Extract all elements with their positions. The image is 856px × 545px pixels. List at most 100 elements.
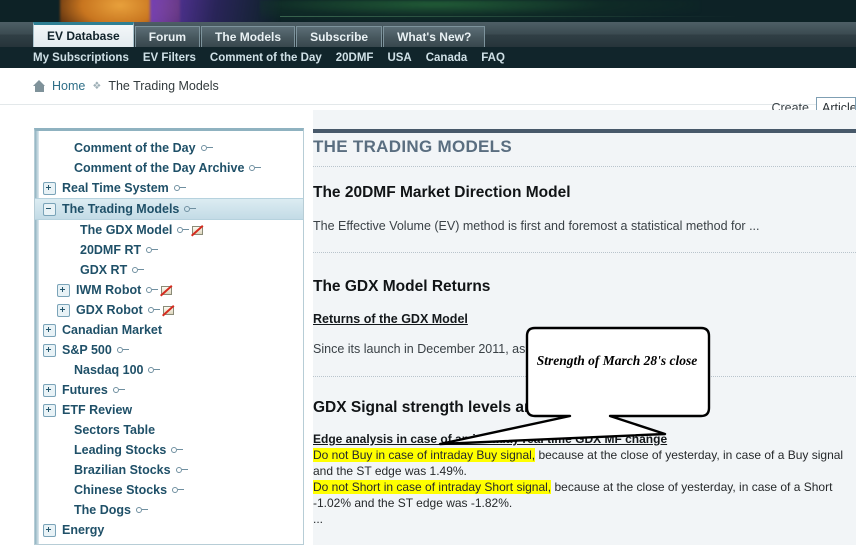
tree-item-gdx-robot[interactable]: GDX Robot	[35, 300, 303, 320]
tree-spacer-icon	[57, 485, 68, 496]
subnav-item-canada[interactable]: Canada	[426, 52, 468, 64]
key-icon	[177, 226, 190, 235]
tree-item-20dmf-rt[interactable]: 20DMF RT	[35, 240, 303, 260]
expand-icon[interactable]	[43, 343, 56, 357]
tree-item-sectors-table[interactable]: Sectors Table	[35, 420, 303, 440]
banner-divider-line	[280, 16, 740, 17]
subnav-item-20dmf[interactable]: 20DMF	[336, 52, 374, 64]
expand-icon[interactable]	[57, 283, 70, 297]
tree-item-label: Brazilian Stocks	[74, 463, 171, 477]
tree-item-nasdaq-100[interactable]: Nasdaq 100	[35, 360, 303, 380]
primary-tabs: EV Database Forum The Models Subscribe What'…	[33, 22, 486, 47]
subnav-item-comment-of-the-day[interactable]: Comment of the Day	[210, 52, 322, 64]
tree-item-the-gdx-model[interactable]: The GDX Model	[35, 220, 303, 240]
section-divider-1	[313, 252, 856, 254]
tree-item-label: The Dogs	[74, 503, 131, 517]
signal-line-ellipsis: ...	[313, 512, 324, 526]
tab-what-s-new[interactable]: What's New?	[383, 26, 486, 47]
subnav-item-my-subscriptions[interactable]: My Subscriptions	[33, 52, 129, 64]
site-banner	[0, 0, 856, 22]
navigation-tree: Comment of the Day Comment of the Day Arc…	[35, 138, 303, 544]
restricted-book-icon	[160, 284, 173, 296]
tree-item-canadian-market[interactable]: Canadian Market	[35, 320, 303, 340]
tree-item-comment-of-the-day[interactable]: Comment of the Day	[35, 138, 303, 158]
tree-item-label: The Trading Models	[62, 202, 180, 216]
key-icon	[112, 386, 125, 395]
page-title: THE TRADING MODELS	[313, 137, 513, 156]
expand-icon[interactable]	[43, 323, 56, 337]
section-text-20dmf: The Effective Volume (EV) method is firs…	[313, 219, 760, 233]
tree-item-futures[interactable]: Futures	[35, 380, 303, 400]
restricted-book-icon	[191, 224, 204, 236]
tab-subscribe[interactable]: Subscribe	[296, 26, 383, 47]
tree-item-label: Futures	[62, 383, 108, 397]
key-icon	[135, 506, 148, 515]
key-icon	[146, 246, 159, 255]
tree-item-iwm-robot[interactable]: IWM Robot	[35, 280, 303, 300]
breadcrumb-current: The Trading Models	[108, 79, 219, 93]
key-icon	[249, 164, 262, 173]
collapse-icon[interactable]	[43, 202, 56, 216]
signal-line-short-cont: -1.02% and the ST edge was -1.82%.	[313, 496, 513, 510]
tab-forum[interactable]: Forum	[134, 26, 201, 47]
expand-icon[interactable]	[57, 303, 70, 317]
tree-spacer-icon	[57, 445, 68, 456]
section-heading-20dmf: The 20DMF Market Direction Model	[313, 184, 571, 201]
signal-line-buy: Do not Buy in case of intraday Buy signa…	[313, 448, 843, 462]
tree-item-s-p-500[interactable]: S&P 500	[35, 340, 303, 360]
tree-item-label: 20DMF RT	[80, 243, 142, 257]
tree-item-materials[interactable]: Materials	[35, 540, 303, 544]
tree-item-the-trading-models[interactable]: The Trading Models	[35, 198, 303, 220]
tree-item-label: Nasdaq 100	[74, 363, 144, 377]
tree-spacer-icon	[57, 163, 68, 174]
tree-spacer-icon	[57, 505, 68, 516]
secondary-nav-items: My Subscriptions EV Filters Comment of the…	[33, 47, 519, 68]
tree-item-real-time-system[interactable]: Real Time System	[35, 178, 303, 198]
content-top-rule	[313, 129, 856, 133]
tree-item-chinese-stocks[interactable]: Chinese Stocks	[35, 480, 303, 500]
expand-icon[interactable]	[43, 523, 56, 537]
subnav-item-ev-filters[interactable]: EV Filters	[143, 52, 196, 64]
subnav-item-faq[interactable]: FAQ	[481, 52, 505, 64]
returns-of-gdx-model-link[interactable]: Returns of the GDX Model	[313, 312, 468, 326]
tree-item-label: S&P 500	[62, 343, 112, 357]
tab-the-models[interactable]: The Models	[201, 26, 296, 47]
tree-item-label: Leading Stocks	[74, 443, 167, 457]
tree-spacer-icon	[63, 265, 74, 276]
banner-artwork-green	[260, 0, 700, 22]
title-divider	[313, 166, 856, 168]
expand-icon[interactable]	[43, 383, 56, 397]
key-icon	[147, 306, 160, 315]
key-icon	[148, 366, 161, 375]
tree-item-label: Sectors Table	[74, 423, 156, 437]
breadcrumb: Home ❖ The Trading Models	[33, 79, 219, 93]
tree-spacer-icon	[57, 143, 68, 154]
tree-item-brazilian-stocks[interactable]: Brazilian Stocks	[35, 460, 303, 480]
key-icon	[200, 144, 213, 153]
tree-item-energy[interactable]: Energy	[35, 520, 303, 540]
breadcrumb-home-link[interactable]: Home	[52, 79, 85, 93]
key-icon	[171, 446, 184, 455]
tree-item-label: ETF Review	[62, 403, 133, 417]
tab-ev-database[interactable]: EV Database	[33, 22, 134, 47]
tree-item-leading-stocks[interactable]: Leading Stocks	[35, 440, 303, 460]
subnav-item-usa[interactable]: USA	[387, 52, 411, 64]
tree-item-label: Comment of the Day	[74, 141, 196, 155]
callout-bubble	[438, 326, 711, 446]
tree-item-the-dogs[interactable]: The Dogs	[35, 500, 303, 520]
tree-item-label: Real Time System	[62, 181, 169, 195]
tree-item-etf-review[interactable]: ETF Review	[35, 400, 303, 420]
tree-item-label: Canadian Market	[62, 323, 163, 337]
key-icon	[116, 346, 129, 355]
tree-item-label: Energy	[62, 523, 105, 537]
expand-icon[interactable]	[43, 403, 56, 417]
key-icon	[146, 286, 159, 295]
key-icon	[184, 205, 197, 214]
buy-signal-rest: because at the close of yesterday, in ca…	[535, 448, 844, 462]
tree-item-comment-of-the-day-archive[interactable]: Comment of the Day Archive	[35, 158, 303, 178]
tree-item-gdx-rt[interactable]: GDX RT	[35, 260, 303, 280]
expand-icon[interactable]	[43, 181, 56, 195]
breadcrumb-separator-icon: ❖	[92, 80, 102, 92]
tree-spacer-icon	[57, 425, 68, 436]
short-signal-highlight: Do not Short in case of intraday Short s…	[313, 480, 552, 494]
